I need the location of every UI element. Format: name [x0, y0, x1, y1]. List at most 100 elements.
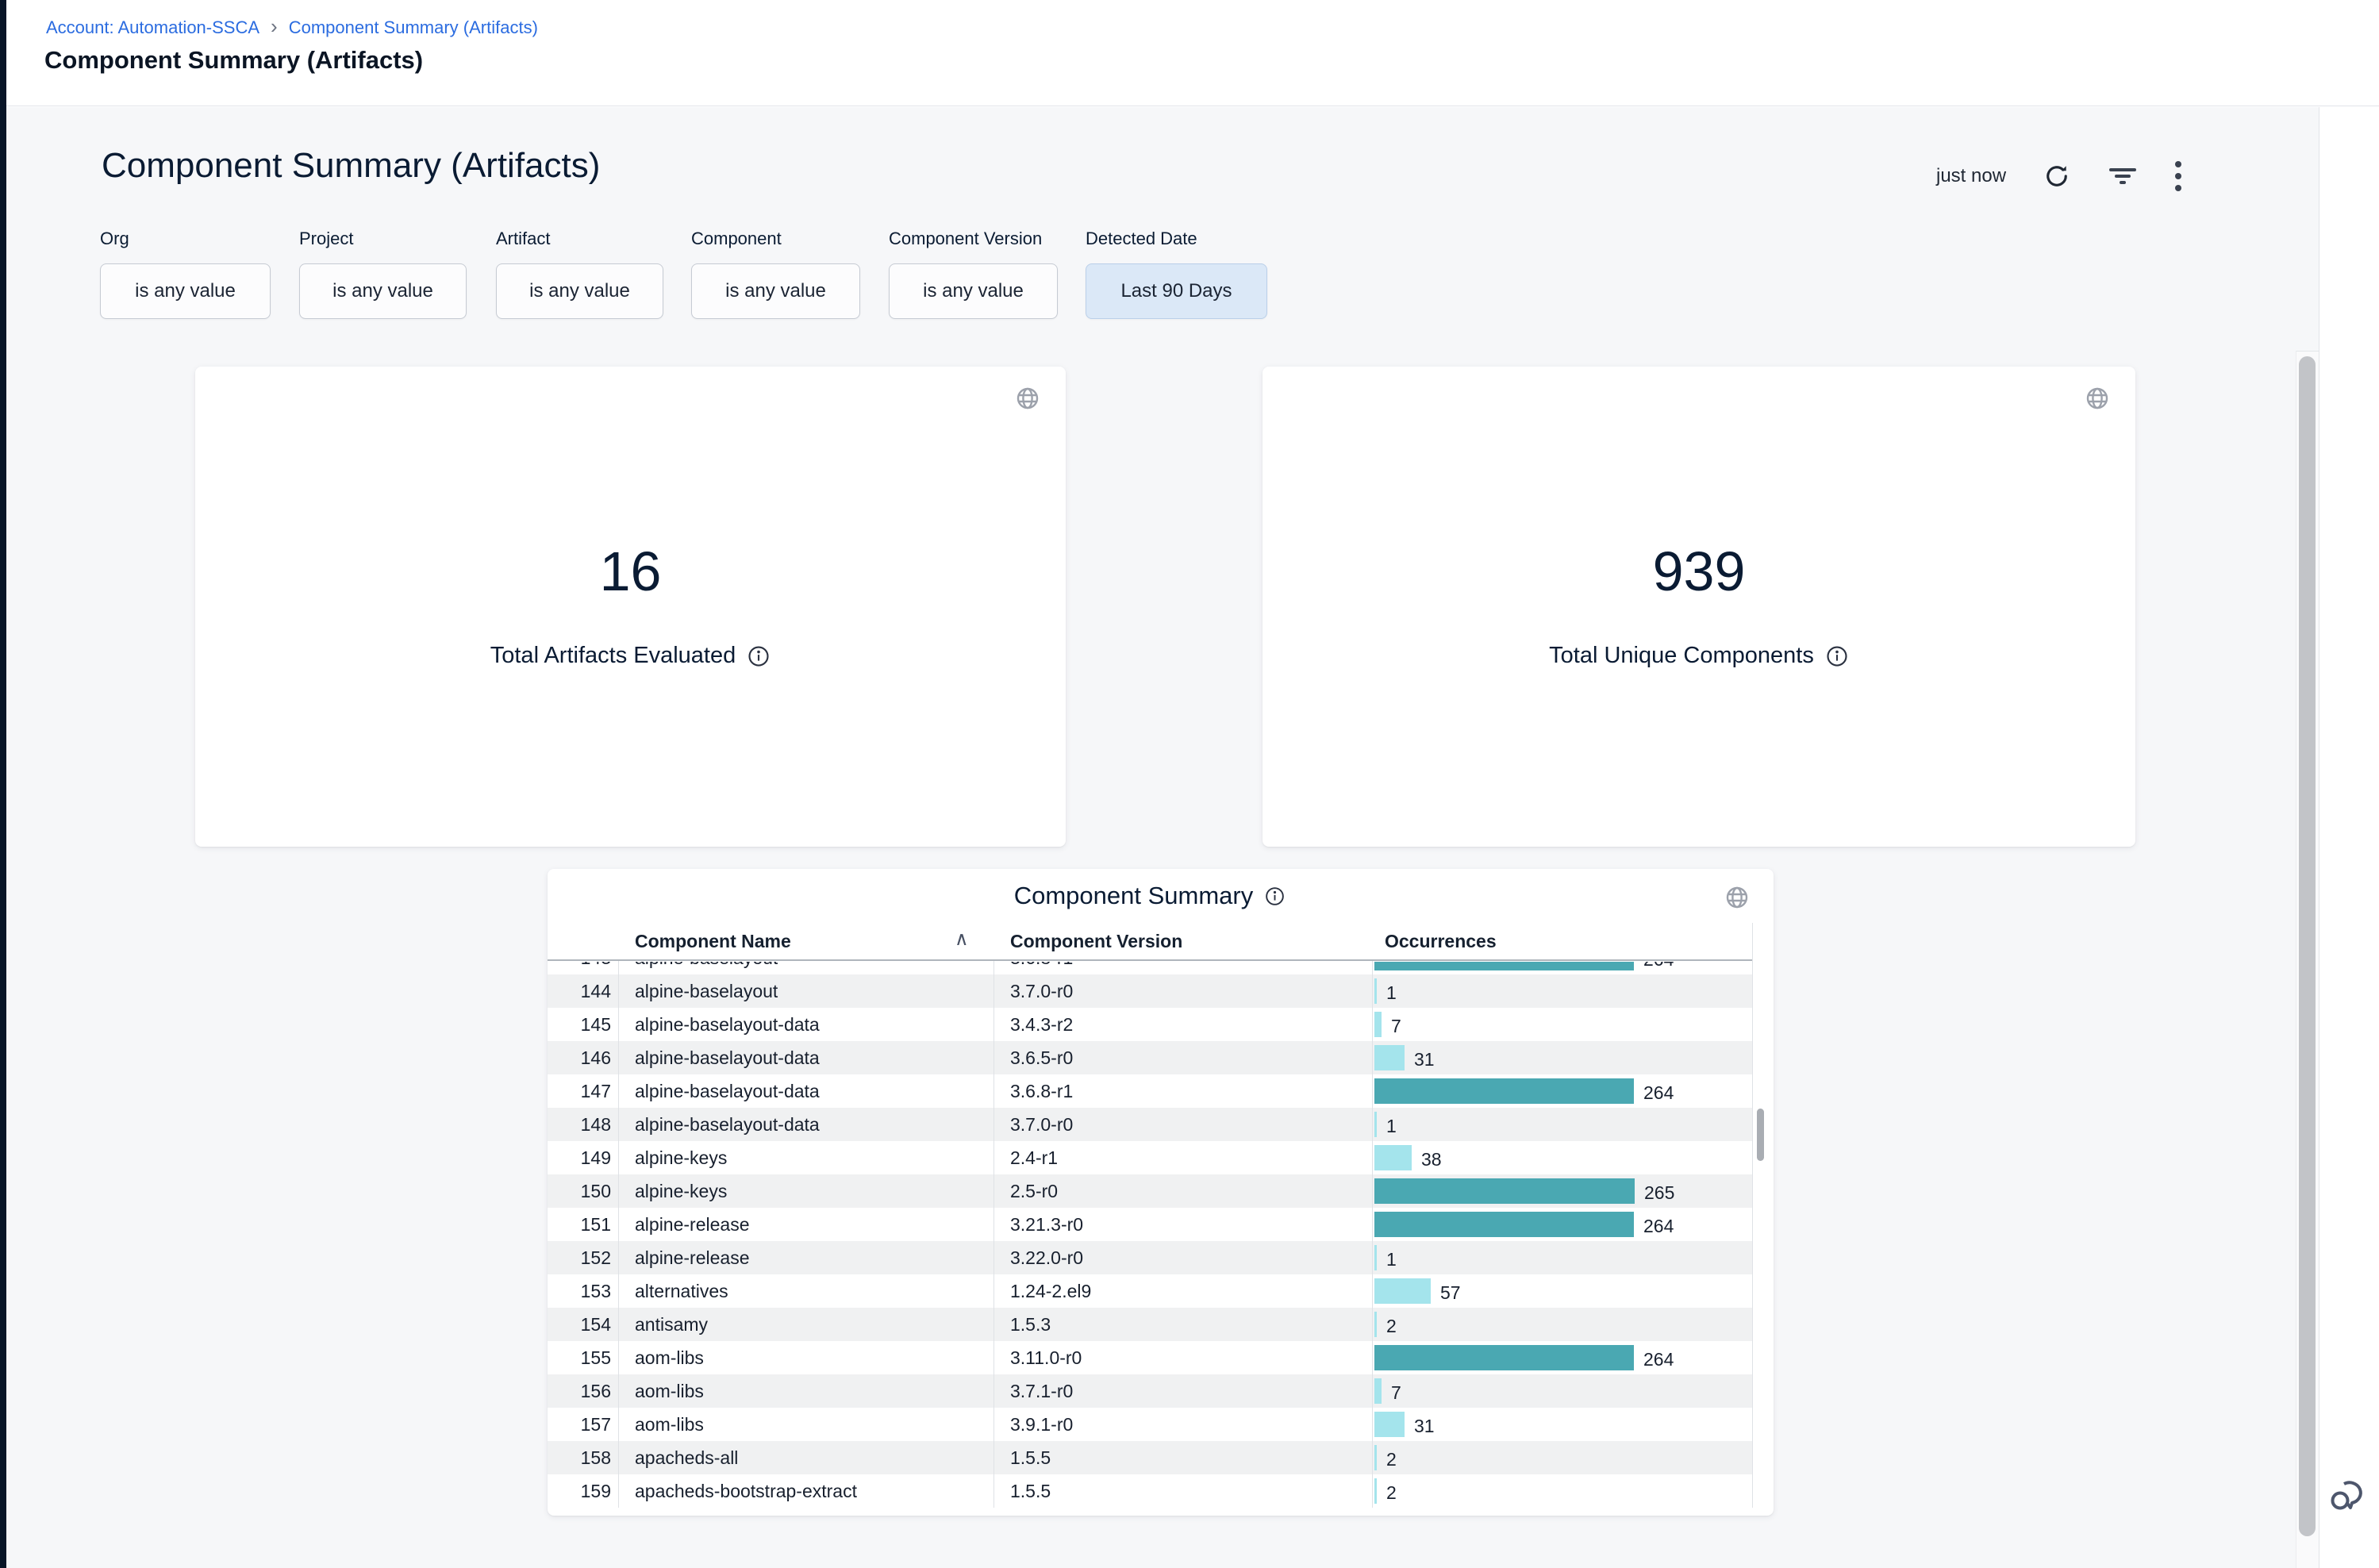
support-chat-icon[interactable]	[2327, 1474, 2371, 1523]
dashboard-toolbar: just now	[1936, 159, 2222, 194]
partial-row-clip: 143alpine-baselayout3.6.8-r1264	[548, 962, 1752, 974]
refresh-icon[interactable]	[2043, 162, 2071, 190]
component-version-cell: 1.24-2.el9	[1010, 1274, 1091, 1308]
total-artifacts-label: Total Artifacts Evaluated	[195, 643, 1066, 669]
kebab-menu-icon[interactable]	[2174, 159, 2182, 193]
component-version-cell: 3.6.8-r1	[1010, 962, 1073, 974]
filter-icon[interactable]	[2108, 163, 2138, 190]
table-row: 143alpine-baselayout3.6.8-r1264	[548, 962, 1752, 974]
right-margin	[2319, 107, 2379, 1568]
breadcrumb: Account: Automation-SSCA › Component Sum…	[46, 17, 538, 38]
filter-label: Detected Date	[1086, 229, 1197, 249]
sort-ascending-icon[interactable]: ∧	[955, 928, 969, 951]
row-index: 152	[548, 1241, 611, 1274]
globe-icon[interactable]	[1724, 885, 1750, 914]
component-name-cell: alpine-baselayout	[635, 974, 778, 1008]
last-refreshed-label: just now	[1936, 165, 2006, 187]
breadcrumb-separator-icon: ›	[271, 17, 278, 35]
globe-icon[interactable]	[1015, 386, 1040, 415]
occurrence-value: 264	[1643, 1208, 1674, 1241]
component-name-cell: alpine-release	[635, 1241, 749, 1274]
table-row: 151alpine-release3.21.3-r0264	[548, 1208, 1752, 1241]
component-version-cell: 2.5-r0	[1010, 1174, 1058, 1208]
column-divider	[618, 923, 619, 1508]
filter-button-artifact[interactable]: is any value	[496, 263, 663, 319]
occurrence-value: 1	[1386, 974, 1397, 1008]
row-index: 155	[548, 1341, 611, 1374]
row-index: 146	[548, 1041, 611, 1074]
component-name-cell: alpine-baselayout-data	[635, 1074, 820, 1108]
column-header-component-name[interactable]: Component Name	[635, 923, 791, 959]
row-index: 143	[548, 962, 611, 974]
breadcrumb-page-link[interactable]: Component Summary (Artifacts)	[289, 17, 538, 38]
filter-button-component-version[interactable]: is any value	[889, 263, 1058, 319]
component-name-cell: alpine-baselayout-data	[635, 1041, 820, 1074]
table-scrollbar-thumb[interactable]	[1757, 1109, 1764, 1161]
component-version-cell: 3.7.1-r0	[1010, 1374, 1073, 1408]
column-divider	[1752, 923, 1753, 1508]
occurrence-bar	[1374, 1112, 1377, 1137]
table-title: Component Summary	[1014, 882, 1254, 910]
table-row: 157aom-libs3.9.1-r031	[548, 1408, 1752, 1441]
page-scrollbar	[2296, 351, 2319, 1568]
component-version-cell: 3.22.0-r0	[1010, 1241, 1083, 1274]
row-index: 156	[548, 1374, 611, 1408]
component-name-cell: aom-libs	[635, 1408, 704, 1441]
table-row: 146alpine-baselayout-data3.6.5-r031	[548, 1041, 1752, 1074]
table-row: 153alternatives1.24-2.el957	[548, 1274, 1752, 1308]
component-version-cell: 3.7.0-r0	[1010, 974, 1073, 1008]
globe-icon[interactable]	[2085, 386, 2110, 415]
component-version-cell: 3.4.3-r2	[1010, 1008, 1073, 1041]
row-index: 149	[548, 1141, 611, 1174]
component-name-cell: antisamy	[635, 1308, 708, 1341]
table-header: Component Name ∧ Component Version Occur…	[548, 923, 1752, 961]
occurrence-bar	[1374, 1212, 1634, 1237]
column-header-occurrences[interactable]: Occurrences	[1385, 923, 1497, 959]
column-divider	[1372, 923, 1373, 1508]
column-header-component-version[interactable]: Component Version	[1010, 923, 1182, 959]
component-name-cell: alpine-baselayout-data	[635, 1008, 820, 1041]
filter-button-org[interactable]: is any value	[100, 263, 271, 319]
total-artifacts-value: 16	[195, 540, 1066, 603]
occurrence-value: 2	[1386, 1474, 1397, 1508]
occurrence-value: 1	[1386, 1108, 1397, 1141]
info-icon[interactable]	[1264, 886, 1286, 907]
filter-label: Artifact	[496, 229, 550, 249]
info-icon[interactable]	[747, 644, 771, 668]
occurrence-bar	[1374, 1012, 1382, 1037]
occurrence-bar	[1374, 1412, 1405, 1437]
row-index: 159	[548, 1474, 611, 1508]
total-components-value: 939	[1263, 540, 2135, 603]
occurrence-value: 31	[1414, 1408, 1435, 1441]
occurrence-bar	[1374, 1145, 1412, 1170]
occurrence-bar	[1374, 1245, 1377, 1270]
component-version-cell: 3.11.0-r0	[1010, 1341, 1082, 1374]
page-scrollbar-thumb[interactable]	[2299, 356, 2316, 1536]
filter-label: Component Version	[889, 229, 1042, 249]
filter-button-component[interactable]: is any value	[691, 263, 860, 319]
row-index: 144	[548, 974, 611, 1008]
table-row: 155aom-libs3.11.0-r0264	[548, 1341, 1752, 1374]
occurrence-value: 264	[1643, 1341, 1674, 1374]
occurrence-value: 2	[1386, 1308, 1397, 1341]
row-index: 154	[548, 1308, 611, 1341]
column-divider	[993, 923, 994, 1508]
occurrence-value: 7	[1391, 1374, 1401, 1408]
filter-button-project[interactable]: is any value	[299, 263, 467, 319]
occurrence-value: 38	[1421, 1141, 1442, 1174]
table-row: 144 alpine-baselayout 3.7.0-r0 1	[548, 974, 1752, 1008]
component-name-cell: alpine-keys	[635, 1174, 727, 1208]
table-row: 154 antisamy 1.5.3 2	[548, 1308, 1752, 1341]
component-version-cell: 2.4-r1	[1010, 1141, 1058, 1174]
row-index: 150	[548, 1174, 611, 1208]
breadcrumb-account-link[interactable]: Account: Automation-SSCA	[46, 17, 259, 38]
occurrence-bar	[1374, 1312, 1377, 1337]
row-index: 151	[548, 1208, 611, 1241]
table-row: 145alpine-baselayout-data3.4.3-r27	[548, 1008, 1752, 1041]
component-name-cell: aom-libs	[635, 1374, 704, 1408]
info-icon[interactable]	[1825, 644, 1849, 668]
filter-button-detected-date[interactable]: Last 90 Days	[1086, 263, 1267, 319]
top-header: Account: Automation-SSCA › Component Sum…	[6, 0, 2379, 106]
component-version-cell: 1.5.3	[1010, 1308, 1051, 1341]
occurrence-value: 31	[1414, 1041, 1435, 1074]
